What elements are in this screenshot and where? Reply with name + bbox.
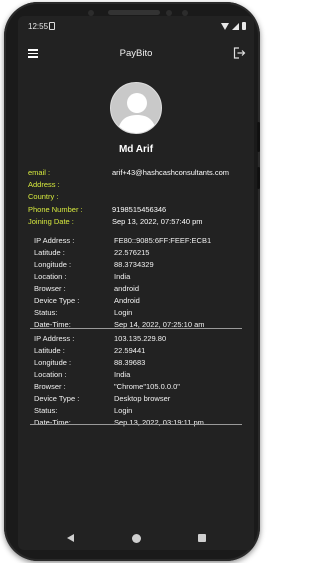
session-row: Date-Time: Sep 13, 2022, 03:19:11 pm bbox=[34, 416, 240, 428]
session-value: 22.59441 bbox=[114, 346, 146, 356]
session-label: Longitude : bbox=[34, 358, 72, 368]
field-value: 9198515456346 bbox=[112, 204, 167, 214]
field-label: Phone Number : bbox=[28, 204, 83, 214]
earpiece-speaker bbox=[108, 10, 160, 15]
session-row: Longitude : 88.3734329 bbox=[34, 259, 240, 271]
volume-button bbox=[257, 122, 260, 152]
power-button bbox=[257, 167, 260, 189]
field-value: Sep 13, 2022, 07:57:40 pm bbox=[112, 216, 203, 226]
login-session-card: IP Address : 103.135.229.80 Latitude : 22.… bbox=[34, 333, 240, 428]
status-time: 12:55 bbox=[28, 22, 49, 31]
session-value: 22.576215 bbox=[114, 248, 150, 258]
session-divider bbox=[30, 328, 242, 329]
login-session-card: IP Address : FE80::9085:6FF:FEEF:ECB1 Lat… bbox=[34, 235, 240, 330]
back-icon[interactable] bbox=[67, 534, 74, 542]
session-row: Status: Login bbox=[34, 306, 240, 318]
profile-details: email : arif+43@hashcashconsultants.com … bbox=[28, 166, 250, 227]
session-row: IP Address : FE80::9085:6FF:FEEF:ECB1 bbox=[34, 235, 240, 247]
profile-row-phone: Phone Number : 9198515456346 bbox=[28, 203, 250, 215]
signal-icon bbox=[232, 22, 239, 30]
session-label: Date-Time: bbox=[34, 417, 71, 427]
session-row: Latitude : 22.576215 bbox=[34, 247, 240, 259]
session-label: Latitude : bbox=[34, 248, 65, 258]
session-label: IP Address : bbox=[34, 334, 75, 344]
session-value: India bbox=[114, 272, 131, 282]
session-value: Desktop browser bbox=[114, 393, 171, 403]
field-label: email : bbox=[28, 167, 51, 177]
user-name: Md Arif bbox=[118, 144, 154, 155]
session-label: Device Type : bbox=[34, 295, 80, 305]
status-bar: 12:55 bbox=[18, 16, 254, 38]
profile-row-email: email : arif+43@hashcashconsultants.com bbox=[28, 166, 250, 178]
session-label: IP Address : bbox=[34, 236, 75, 246]
session-label: Browser : bbox=[34, 382, 66, 391]
sim-icon bbox=[49, 22, 55, 30]
session-value: Sep 13, 2022, 03:19:11 pm bbox=[114, 417, 204, 427]
session-value: Login bbox=[114, 307, 133, 317]
session-row: Browser : "Chrome"105.0.0.0" bbox=[34, 381, 240, 393]
session-value: FE80::9085:6FF:FEEF:ECB1 bbox=[114, 236, 212, 246]
session-row: Status: Login bbox=[34, 404, 240, 416]
session-value: 103.135.229.80 bbox=[114, 334, 167, 344]
session-row: Device Type : Desktop browser bbox=[34, 392, 240, 404]
app-screen: 12:55 PayBito Md Arif email: arif+43@ha… bbox=[18, 16, 254, 550]
session-label: Location : bbox=[34, 370, 67, 380]
session-label: Location : bbox=[34, 272, 67, 282]
wifi-icon bbox=[221, 22, 229, 30]
battery-icon bbox=[242, 22, 246, 30]
system-nav-bar bbox=[18, 528, 254, 550]
session-row: Location : India bbox=[34, 271, 240, 283]
session-label: Longitude : bbox=[34, 260, 72, 270]
home-icon[interactable] bbox=[132, 534, 141, 543]
logout-icon[interactable] bbox=[232, 46, 246, 60]
session-row: Latitude : 22.59441 bbox=[34, 345, 240, 357]
session-divider bbox=[30, 424, 242, 425]
field-value: arif+43@hashcashconsultants.com bbox=[112, 167, 230, 177]
session-value: 88.39683 bbox=[114, 358, 146, 368]
session-row: Browser : android bbox=[34, 283, 240, 295]
session-label: Status: bbox=[34, 405, 58, 415]
session-row: IP Address : 103.135.229.80 bbox=[34, 333, 240, 345]
field-label: Address : bbox=[28, 179, 60, 189]
session-value: android bbox=[114, 284, 140, 293]
field-label: Country : bbox=[28, 192, 59, 202]
user-silhouette-icon bbox=[117, 93, 157, 133]
session-value: 88.3734329 bbox=[114, 260, 154, 270]
session-label: Device Type : bbox=[34, 393, 80, 403]
app-title: PayBito bbox=[119, 48, 153, 59]
profile-row-joining-date: Joining Date : Sep 13, 2022, 07:57:40 pm bbox=[28, 215, 250, 227]
recent-apps-icon[interactable] bbox=[198, 534, 206, 542]
session-value: Android bbox=[114, 295, 140, 305]
phone-frame: 12:55 PayBito Md Arif email: arif+43@ha… bbox=[4, 2, 260, 561]
status-icons bbox=[221, 22, 246, 30]
session-label: Browser : bbox=[34, 284, 66, 293]
profile-row-address: Address : bbox=[28, 178, 250, 190]
session-value: India bbox=[114, 370, 131, 380]
field-label: Joining Date : bbox=[28, 216, 74, 226]
profile-row-country: Country : bbox=[28, 191, 250, 203]
app-bar: PayBito bbox=[18, 44, 254, 66]
session-row: Location : India bbox=[34, 369, 240, 381]
session-value: Login bbox=[114, 405, 133, 415]
session-row: Longitude : 88.39683 bbox=[34, 357, 240, 369]
session-label: Status: bbox=[34, 307, 58, 317]
session-value: "Chrome"105.0.0.0" bbox=[114, 382, 180, 391]
avatar bbox=[110, 82, 162, 134]
session-label: Latitude : bbox=[34, 346, 65, 356]
session-row: Device Type : Android bbox=[34, 294, 240, 306]
